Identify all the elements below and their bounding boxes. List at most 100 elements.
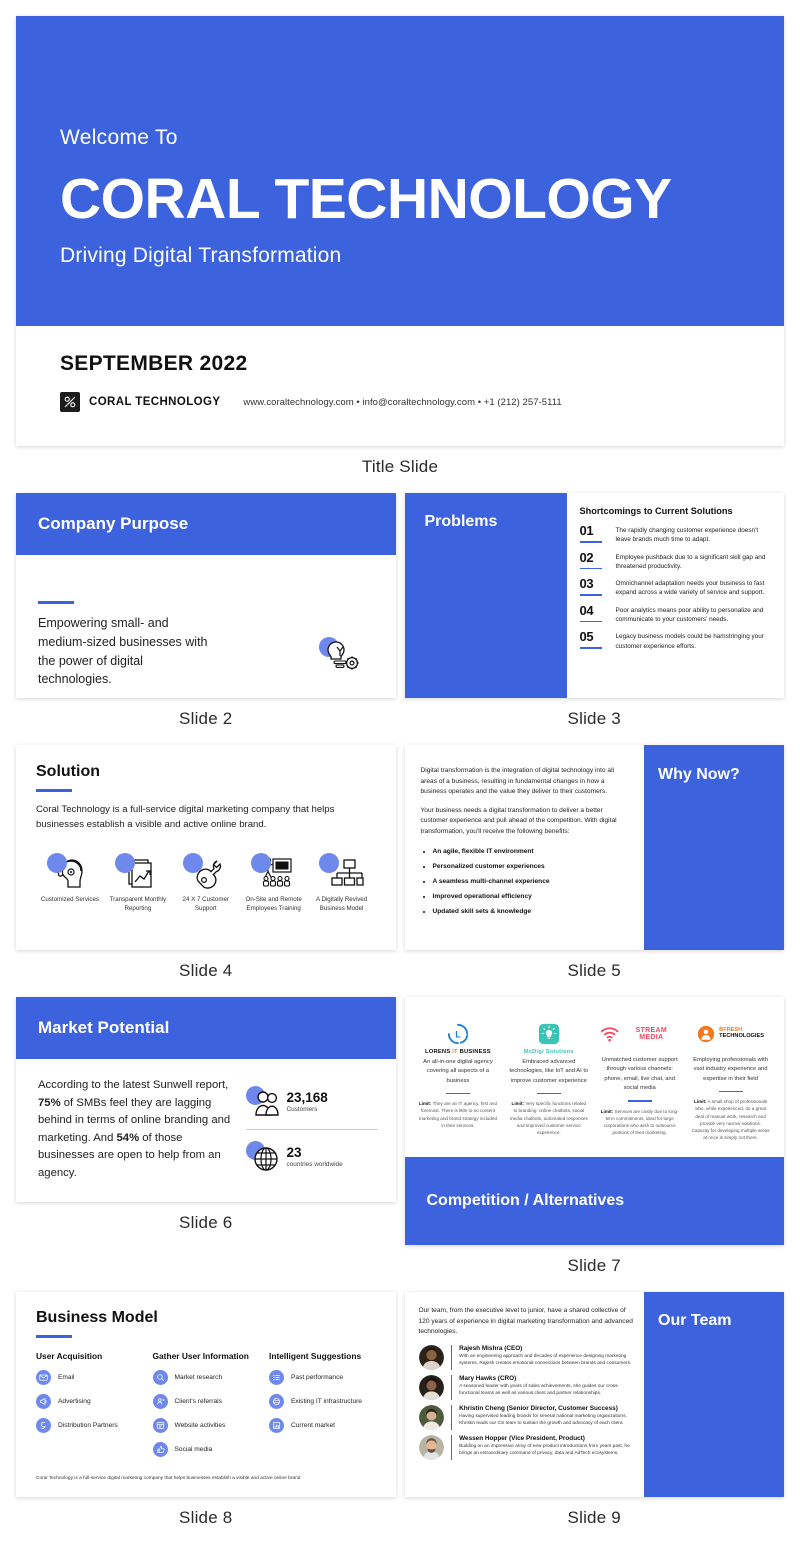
slide-5-why-now[interactable]: Digital transformation is the integratio… (404, 745, 784, 950)
stat-item: 23,168 Customers (245, 1077, 378, 1127)
business-item: Past performance (269, 1370, 380, 1385)
team-member: Wessen Hopper (Vice President, Product) … (418, 1434, 635, 1460)
problem-number-underline (579, 620, 602, 623)
stat-values: 23 countries worldwide (287, 1145, 343, 1169)
problem-number-wrap: 04 (579, 603, 606, 625)
accent-dot (250, 852, 271, 873)
competitor-rule (627, 1100, 652, 1102)
slide7-heading: Competition / Alternatives (426, 1192, 625, 1209)
thumbs-up-icon (152, 1442, 168, 1457)
slide-col-7: L LORENS IT BUSINESS An all-in-one digit… (404, 997, 785, 1292)
feature-item: Transparent Monthly Reporting (104, 849, 172, 914)
slide-title[interactable]: Welcome To CORAL TECHNOLOGY Driving Digi… (16, 16, 784, 446)
lightbulb-gear-icon (314, 634, 360, 672)
member-info: Khristin Cheng (Senior Director, Custome… (459, 1405, 634, 1428)
title-slide-footer-panel: SEPTEMBER 2022 CORAL TECHNOLOGY www.cora… (16, 326, 784, 446)
problem-number: 05 (579, 629, 594, 645)
slide2-header-bar: Company Purpose (16, 493, 396, 555)
slide3-blue-panel: Problems (404, 493, 567, 698)
slide-6-market-potential[interactable]: Market Potential According to the latest… (16, 997, 396, 1202)
slide-col-8: Business Model User Acquisition Email Ad… (16, 1292, 396, 1544)
slide8-heading: Business Model (36, 1309, 158, 1326)
person-refer-icon (152, 1394, 168, 1409)
problem-number: 01 (579, 523, 594, 538)
stat-label: Customers (286, 1106, 318, 1114)
people-icon (254, 1091, 279, 1116)
title-contact-line: www.coraltechnology.com • info@coraltech… (243, 396, 562, 408)
slide5-heading: Why Now? (658, 766, 740, 783)
benefit-item: A seamless multi-channel experience (433, 877, 631, 887)
competitor-name-part-a: McDigi Solutions (523, 1049, 574, 1055)
competitor-description: Unmatched customer support through vario… (601, 1057, 678, 1091)
title-slide-blue-panel: Welcome To CORAL TECHNOLOGY Driving Digi… (16, 16, 784, 326)
problem-text: Employee pushback due to a significant s… (615, 553, 766, 570)
competitor-rule (536, 1092, 561, 1095)
slide6-body: According to the latest Sunwell report, … (16, 1059, 396, 1202)
title-footer-row: CORAL TECHNOLOGY www.coraltechnology.com… (60, 392, 784, 412)
team-member: Khristin Cheng (Senior Director, Custome… (418, 1404, 635, 1430)
competitor-rule (445, 1092, 470, 1095)
member-accent-bar (450, 1434, 453, 1460)
business-item: Email (36, 1370, 147, 1385)
slide-3-problems[interactable]: Problems Shortcomings to Current Solutio… (404, 493, 785, 698)
slide-col-9: Our team, from the executive level to ju… (404, 1292, 784, 1544)
problem-number-wrap: 05 (579, 629, 606, 651)
business-item-label: Website activities (174, 1422, 226, 1429)
slide-8-business-model[interactable]: Business Model User Acquisition Email Ad… (16, 1292, 396, 1497)
competitor-limit: Limit: They are an IT agency, first and … (419, 1100, 498, 1128)
problem-number-underline (579, 567, 602, 570)
title-logo-name: CORAL TECHNOLOGY (89, 396, 221, 408)
slide-row-2: Solution Coral Technology is a full-serv… (0, 745, 800, 997)
member-bio: A seasoned leader with years of sales ac… (459, 1384, 620, 1397)
wifi-signal-icon (601, 1027, 619, 1042)
svg-text:L: L (455, 1030, 461, 1040)
competitor-name-part-b: IT (452, 1049, 458, 1055)
team-member: Rajesh Mishra (CEO) With an engineering … (418, 1344, 635, 1370)
feature-label: On-Site and Remote Employees Training (245, 895, 302, 913)
business-item-label: Social media (174, 1446, 213, 1453)
slide6-stat-75: 75% (38, 1096, 61, 1109)
problem-number: 03 (579, 576, 594, 592)
problem-item: 03 Omnichannel adaptation needs your bus… (579, 576, 773, 598)
slide9-intro-text: Our team, from the executive level to ju… (418, 1307, 633, 1336)
column-header: User Acquisition (36, 1351, 103, 1361)
member-info: Mary Hawks (CRO) A seasoned leader with … (459, 1375, 634, 1398)
avatar (418, 1374, 444, 1400)
megaphone-icon (36, 1394, 51, 1409)
problem-text: Poor analytics means poor ability to per… (615, 606, 764, 623)
competitor-name-part-b: TECHNOLOGIES (719, 1033, 764, 1039)
stat-value: 23,168 (286, 1089, 328, 1105)
slide4-heading: Solution (36, 763, 100, 780)
competitor-limit: Limit: Very specific functions related t… (509, 1100, 588, 1136)
feature-art (104, 849, 172, 893)
problem-number-underline (579, 647, 602, 649)
competitor-limit-label: Limit: (511, 1101, 525, 1107)
title-welcome-text: Welcome To (60, 126, 178, 149)
slide3-list-panel: Shortcomings to Current Solutions 01 The… (567, 493, 785, 698)
competitor-item: STREAM MEDIA Unmatched customer support … (594, 1015, 685, 1157)
search-icon (152, 1370, 168, 1385)
slide9-team-panel: Our team, from the executive level to ju… (405, 1292, 645, 1497)
clock-l-icon: L (447, 1023, 469, 1045)
competitor-name: McDigi Solutions (509, 1049, 588, 1055)
slide4-accent-rule (36, 789, 72, 792)
slide6-text-part: According to the latest Sunwell report, (38, 1079, 229, 1091)
problem-item: 01 The rapidly changing customer experie… (579, 523, 773, 545)
competitor-name: LORENS IT BUSINESS (419, 1049, 498, 1055)
caption-slide-5: Slide 5 (567, 961, 621, 980)
problem-text: Legacy business models could be hamstrin… (615, 633, 765, 650)
competitor-logo: L (419, 1015, 498, 1053)
slide-9-our-team[interactable]: Our team, from the executive level to ju… (404, 1292, 784, 1497)
slide-2-company-purpose[interactable]: Company Purpose Empowering small- and me… (16, 493, 396, 698)
server-icon (269, 1394, 284, 1409)
slide7-competitor-row: L LORENS IT BUSINESS An all-in-one digit… (405, 997, 785, 1157)
slide-4-solution[interactable]: Solution Coral Technology is a full-serv… (16, 745, 396, 950)
caption-slide-9: Slide 9 (567, 1508, 621, 1527)
member-accent-bar (450, 1374, 453, 1400)
slide-7-competition[interactable]: L LORENS IT BUSINESS An all-in-one digit… (404, 997, 785, 1245)
caption-slide-4: Slide 4 (179, 961, 233, 980)
member-bio: Having supervised leading brands for sev… (459, 1414, 627, 1427)
competitor-limit-label: Limit: (694, 1099, 707, 1105)
business-item: Client's referrals (152, 1394, 264, 1409)
slide6-stats-panel: 23,168 Customers 23 countries worldwide (245, 1077, 378, 1202)
